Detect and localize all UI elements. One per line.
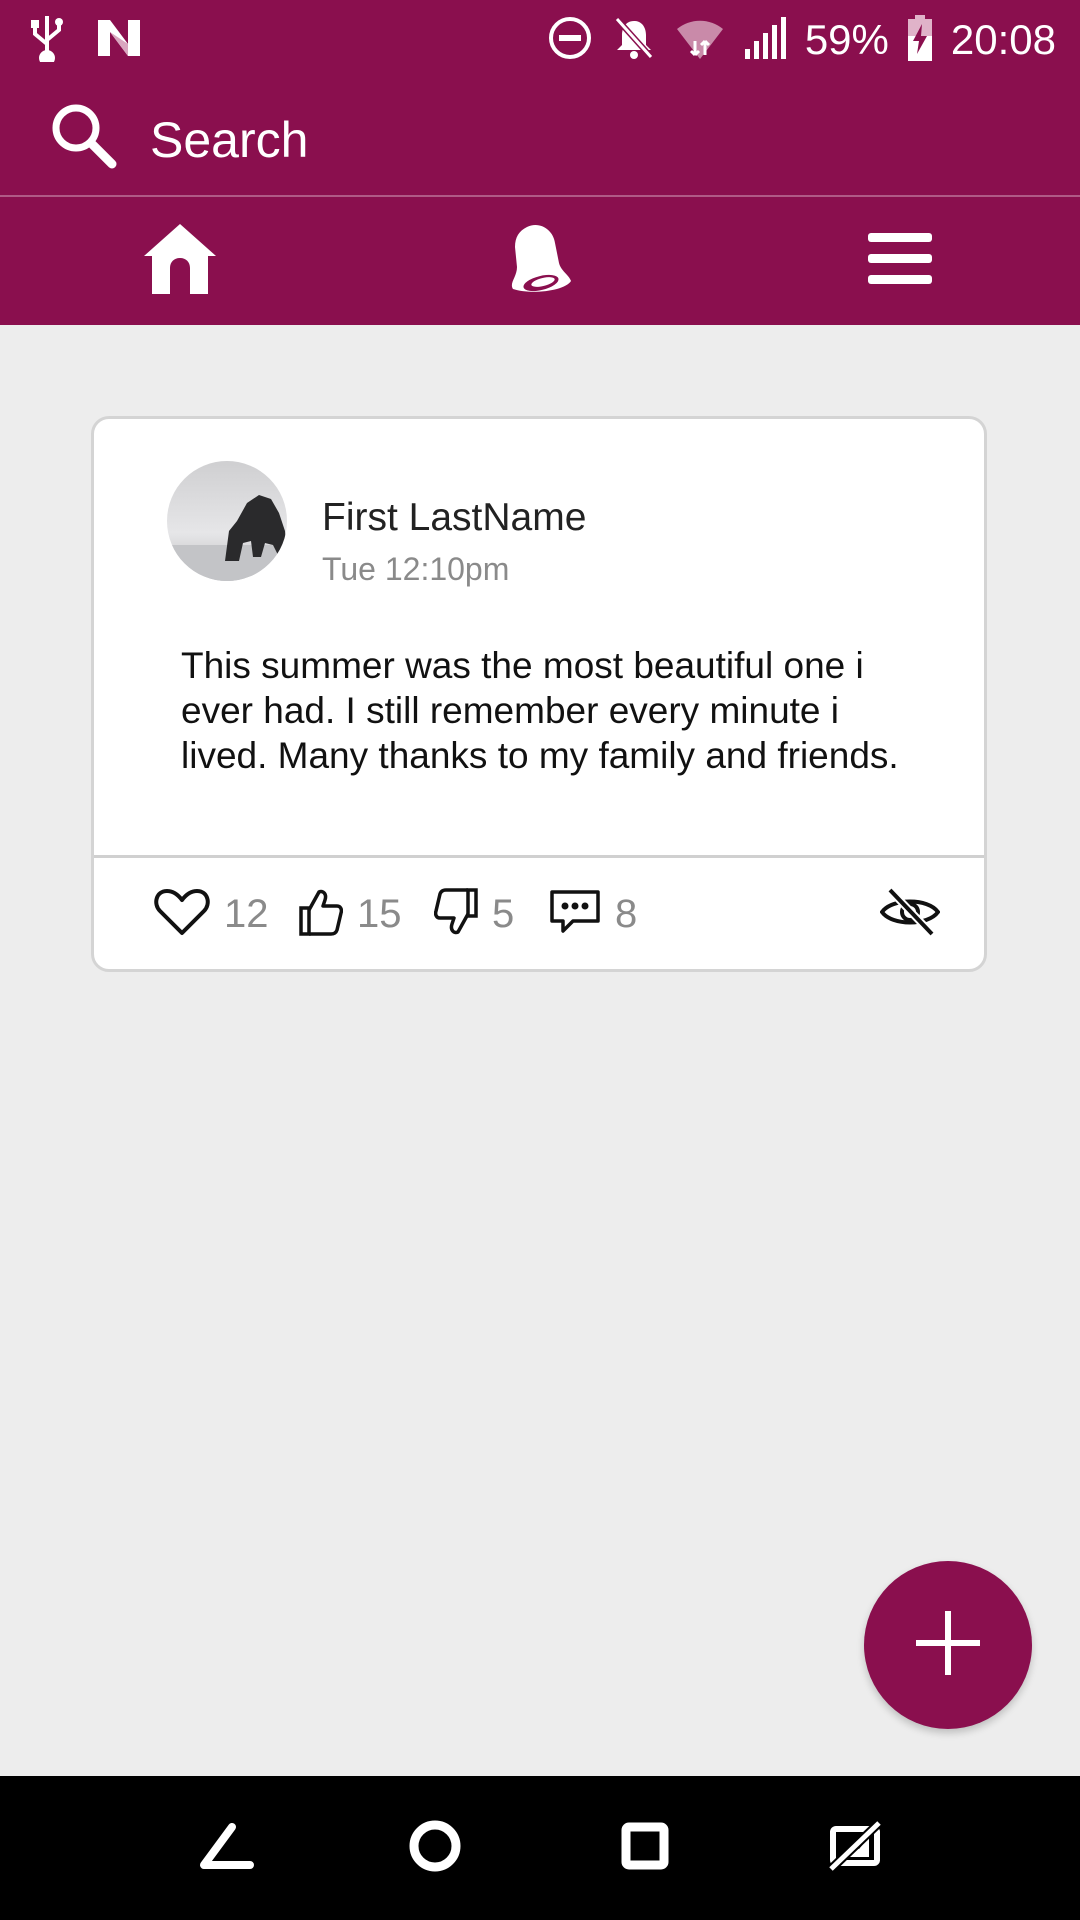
home-button[interactable] — [375, 1776, 495, 1920]
search-label[interactable]: Search — [150, 110, 308, 170]
author-name[interactable]: First LastName — [322, 495, 586, 541]
like-button[interactable]: 12 — [154, 859, 269, 969]
thumbs-up-icon[interactable] — [299, 888, 344, 941]
card-divider — [94, 855, 984, 858]
thumbs-down-icon[interactable] — [433, 887, 478, 941]
plus-icon[interactable] — [916, 1610, 980, 1680]
thumbs-up-button[interactable]: 15 — [299, 859, 402, 969]
hamburger-icon[interactable] — [868, 231, 932, 292]
comment-icon[interactable] — [549, 889, 601, 940]
back-button[interactable] — [166, 1776, 286, 1920]
add-post-button[interactable] — [864, 1561, 1032, 1729]
usb-icon — [30, 14, 64, 67]
hide-post-button[interactable] — [879, 859, 941, 969]
search-bar[interactable]: Search — [0, 80, 1080, 197]
recents-button[interactable] — [585, 1776, 705, 1920]
thumbs-down-count: 5 — [492, 891, 515, 936]
signal-icon — [743, 15, 787, 66]
thumbs-down-button[interactable]: 5 — [433, 859, 515, 969]
recents-square-icon[interactable] — [621, 1822, 669, 1875]
home-circle-icon[interactable] — [408, 1819, 462, 1878]
home-icon[interactable] — [142, 222, 218, 301]
battery-percent: 59% — [804, 16, 889, 63]
nav-menu[interactable] — [800, 197, 1000, 325]
n-icon — [96, 18, 142, 63]
notifications-off-icon — [611, 15, 657, 66]
comment-count: 8 — [615, 891, 638, 936]
thumbs-up-count: 15 — [357, 891, 402, 936]
system-nav-bar — [0, 1776, 1080, 1920]
screenshot-off-button[interactable] — [795, 1776, 915, 1920]
back-icon[interactable] — [198, 1822, 254, 1874]
post-timestamp: Tue 12:10pm — [322, 551, 510, 587]
eye-off-icon[interactable] — [879, 886, 941, 943]
do-not-disturb-icon — [547, 15, 593, 66]
nav-home[interactable] — [80, 197, 280, 325]
like-count: 12 — [224, 891, 269, 936]
post-card[interactable]: First LastName Tue 12:10pm This summer w… — [91, 416, 987, 972]
avatar[interactable] — [167, 461, 287, 581]
status-bar: 59% 20:08 — [0, 0, 1080, 80]
nav-notifications[interactable] — [440, 197, 640, 325]
clock: 20:08 — [950, 16, 1056, 63]
screenshot-off-icon[interactable] — [827, 1819, 883, 1876]
top-nav-bar — [0, 197, 1080, 325]
post-body: This summer was the most beautiful one i… — [181, 645, 899, 776]
search-icon[interactable] — [48, 100, 118, 170]
comments-button[interactable]: 8 — [549, 859, 637, 969]
heart-icon[interactable] — [154, 887, 210, 942]
battery-charging-icon — [907, 14, 933, 67]
wifi-icon — [675, 15, 725, 66]
post-actions: 12 15 5 8 — [94, 859, 984, 969]
bell-icon[interactable] — [507, 223, 573, 300]
